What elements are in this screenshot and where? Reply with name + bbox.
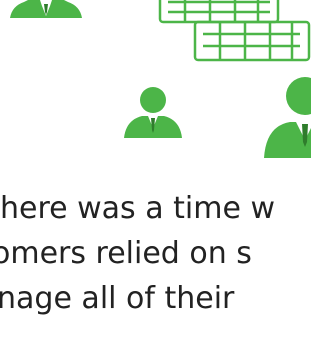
- illustration: [10, 0, 311, 158]
- paragraph-line: nage all of their: [0, 281, 235, 316]
- page: here was a time w omers relied on s nage…: [0, 0, 311, 340]
- paragraph-line: omers relied on s: [0, 236, 252, 271]
- body-paragraph: here was a time w omers relied on s nage…: [0, 186, 311, 321]
- person-icon: [10, 0, 82, 18]
- spreadsheet-icon: [158, 0, 311, 62]
- paragraph-line: here was a time w: [0, 191, 275, 226]
- person-icon: [124, 87, 182, 138]
- person-icon: [264, 77, 311, 158]
